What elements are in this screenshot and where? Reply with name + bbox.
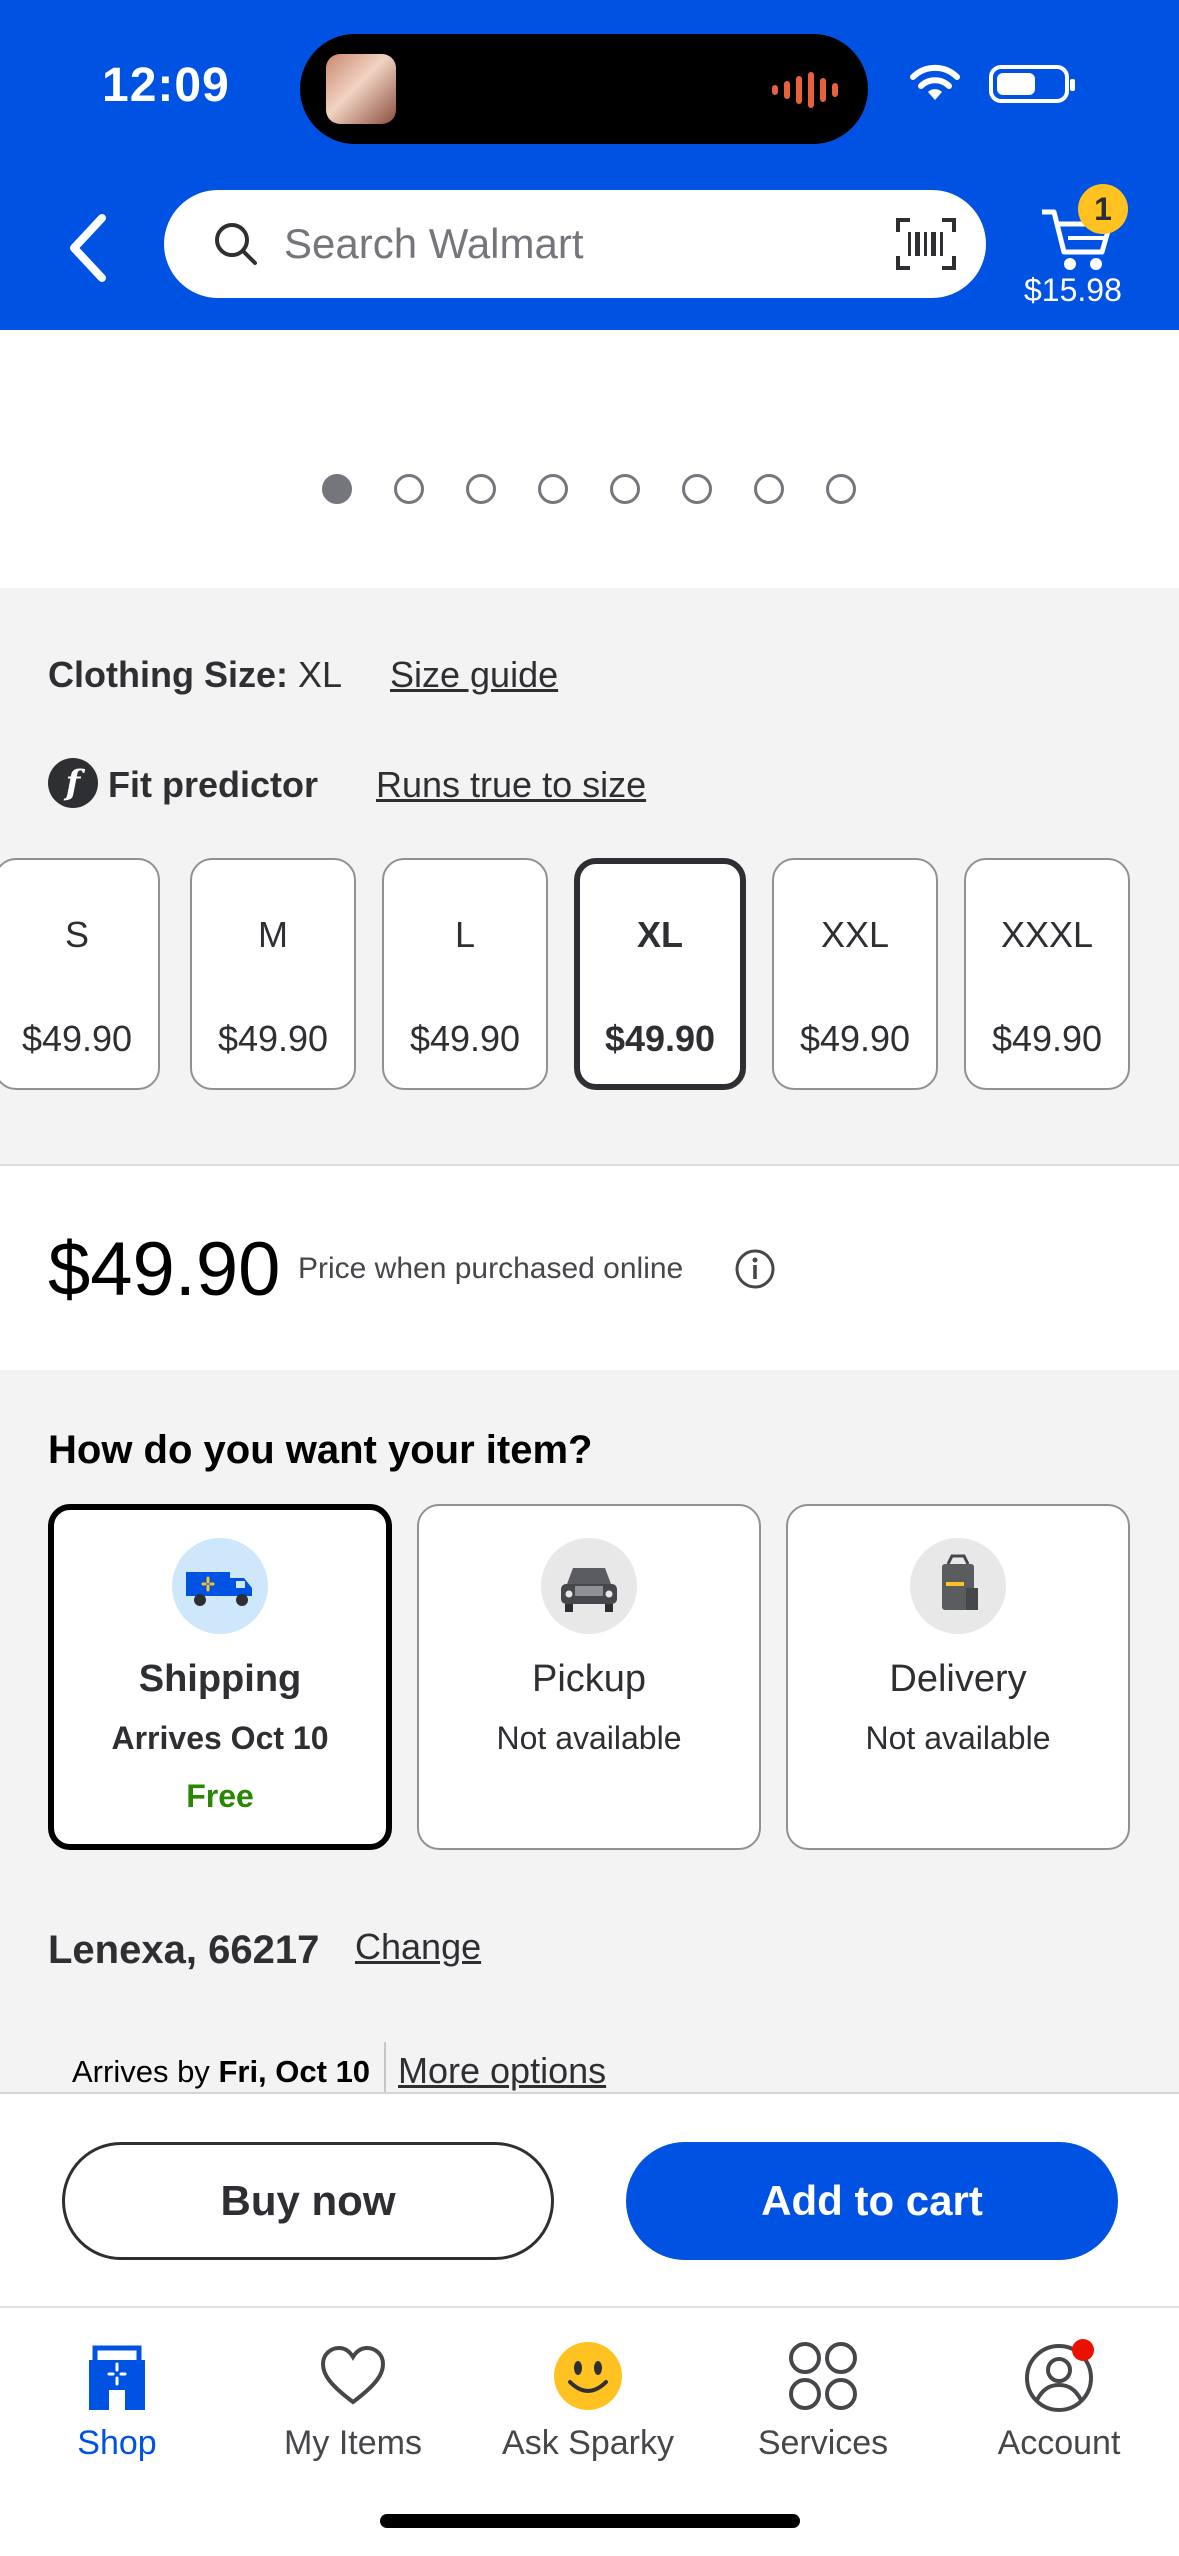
arrives-prefix: Arrives by — [72, 2054, 210, 2089]
tab-account[interactable]: Account — [959, 2338, 1159, 2463]
tab-label: My Items — [284, 2424, 422, 2462]
size-option-label: XL — [636, 914, 683, 955]
tab-my-items[interactable]: My Items — [253, 2338, 453, 2463]
divider — [384, 2042, 386, 2092]
arrival-info: Arrives by Fri, Oct 10 — [72, 2054, 370, 2090]
size-option-label: L — [454, 914, 476, 955]
size-option-price: $49.90 — [21, 1018, 133, 1059]
delivery-option-card[interactable]: Delivery Not available — [786, 1504, 1130, 1850]
cart-button[interactable]: 1 $15.98 — [1020, 180, 1150, 310]
size-option-label: XXXL — [1000, 914, 1094, 955]
more-options-link[interactable]: More options — [398, 2050, 606, 2092]
size-selector-section: Clothing Size: XL Size guide f Fit predi… — [0, 588, 1179, 1166]
add-to-cart-button[interactable]: Add to cart — [626, 2142, 1118, 2260]
chevron-left-icon — [70, 214, 106, 282]
purchase-action-bar: Buy now Add to cart — [0, 2092, 1179, 2308]
dynamic-island — [300, 34, 868, 144]
carousel-dot[interactable] — [394, 474, 424, 504]
pickup-option-status: Not available — [496, 1720, 682, 1756]
account-icon — [1025, 2339, 1094, 2412]
change-location-link[interactable]: Change — [355, 1926, 481, 1968]
carousel-dot[interactable] — [826, 474, 856, 504]
truck-icon — [172, 1538, 268, 1634]
carousel-dot[interactable] — [538, 474, 568, 504]
carousel-dot[interactable] — [682, 474, 712, 504]
carousel-dot[interactable] — [322, 474, 352, 504]
size-option-s[interactable]: S $49.90 — [0, 858, 160, 1090]
price-note: Price when purchased online — [298, 1252, 684, 1285]
search-bar[interactable] — [164, 190, 986, 298]
size-option-label: S — [64, 914, 89, 955]
info-icon[interactable] — [734, 1248, 776, 1290]
size-option-price: $49.90 — [409, 1018, 521, 1059]
car-icon — [541, 1538, 637, 1634]
tab-ask-sparky[interactable]: Ask Sparky — [488, 2338, 688, 2463]
fulfillment-section: How do you want your item? Shipping Arri… — [0, 1370, 1179, 2092]
product-price: $49.90 — [48, 1227, 281, 1312]
tab-label: Account — [997, 2424, 1121, 2462]
size-option-label: M — [258, 914, 288, 955]
size-option-label: XXL — [820, 914, 890, 955]
size-label-text: Clothing Size: — [48, 654, 288, 695]
bag-icon — [910, 1538, 1006, 1634]
fulfillment-title: How do you want your item? — [48, 1428, 593, 1472]
delivery-option-status: Not available — [865, 1720, 1051, 1756]
tab-services[interactable]: Services — [723, 2338, 923, 2463]
wifi-icon — [910, 64, 960, 100]
buy-now-button[interactable]: Buy now — [62, 2142, 554, 2260]
fit-predictor-label: Fit predictor — [108, 764, 319, 805]
carousel-dot[interactable] — [466, 474, 496, 504]
shipping-option-title: Shipping — [138, 1658, 302, 1700]
search-icon — [215, 223, 257, 265]
size-option-price: $49.90 — [604, 1018, 716, 1059]
tab-label: Shop — [77, 2424, 157, 2462]
heart-icon — [320, 2345, 386, 2405]
shipping-option-arrival: Arrives Oct 10 — [111, 1720, 329, 1756]
barcode-scanner-icon[interactable] — [894, 216, 958, 272]
shipping-option-card[interactable]: Shipping Arrives Oct 10 Free — [48, 1504, 392, 1850]
tab-label: Ask Sparky — [502, 2424, 674, 2462]
back-button[interactable] — [60, 208, 120, 288]
delivery-location: Lenexa, 66217 — [48, 1928, 320, 1972]
services-icon — [789, 2342, 857, 2410]
selected-size-value: XL — [298, 654, 343, 695]
store-icon — [89, 2345, 145, 2410]
status-time: 12:09 — [102, 59, 230, 112]
carousel-dot[interactable] — [754, 474, 784, 504]
carousel-dot[interactable] — [610, 474, 640, 504]
pickup-option-card[interactable]: Pickup Not available — [417, 1504, 761, 1850]
tab-label: Services — [757, 2424, 889, 2462]
pickup-option-title: Pickup — [531, 1658, 647, 1700]
search-input[interactable] — [284, 216, 884, 272]
size-option-xxl[interactable]: XXL $49.90 — [772, 858, 938, 1090]
cart-count-badge: 1 — [1078, 184, 1128, 234]
fit-predictor-icon: f — [48, 758, 98, 808]
sparky-icon — [554, 2342, 622, 2410]
size-option-price: $49.90 — [799, 1018, 911, 1059]
tab-shop[interactable]: Shop — [17, 2338, 217, 2463]
battery-icon — [989, 65, 1075, 103]
size-option-m[interactable]: M $49.90 — [190, 858, 356, 1090]
fit-result-link[interactable]: Runs true to size — [376, 764, 646, 806]
notification-dot — [1072, 2339, 1094, 2361]
audio-wave-icon — [772, 72, 838, 108]
home-indicator[interactable] — [380, 2514, 800, 2528]
delivery-option-title: Delivery — [889, 1658, 1027, 1700]
image-carousel-dots[interactable] — [322, 474, 856, 504]
size-option-price: $49.90 — [991, 1018, 1103, 1059]
media-thumbnail — [326, 54, 396, 124]
size-option-xl[interactable]: XL $49.90 — [574, 858, 746, 1090]
app-header: 12:09 Search Walmart 1 $15.98 — [0, 0, 1179, 330]
size-guide-link[interactable]: Size guide — [390, 654, 558, 696]
size-option-xxxl[interactable]: XXXL $49.90 — [964, 858, 1130, 1090]
shipping-option-fee: Free — [186, 1778, 254, 1814]
arrives-date: Fri, Oct 10 — [218, 2054, 371, 2089]
cart-total: $15.98 — [1024, 272, 1122, 308]
size-option-price: $49.90 — [217, 1018, 329, 1059]
clothing-size-label: Clothing Size: XL — [48, 654, 342, 696]
size-option-l[interactable]: L $49.90 — [382, 858, 548, 1090]
status-icons — [909, 64, 1075, 104]
